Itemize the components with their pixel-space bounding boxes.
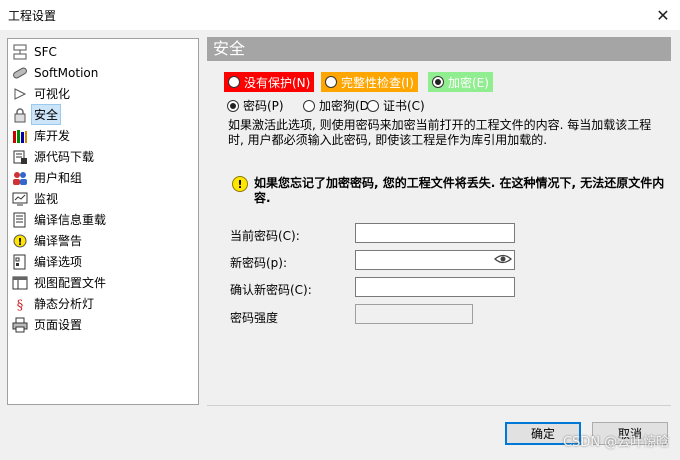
view-profile-icon — [12, 275, 28, 291]
encryption-description: 如果激活此选项, 则使用密码来加密当前打开的工程文件的内容. 每当加载该工程时,… — [228, 118, 652, 147]
show-password-eye-icon[interactable] — [494, 252, 512, 266]
title-bar: 工程设置 ✕ — [0, 0, 680, 30]
sidebar-item-label: 用户和组 — [34, 171, 83, 185]
svg-text:!: ! — [18, 237, 23, 248]
password-strength-label: 密码强度 — [230, 311, 279, 325]
protection-none-radio[interactable]: 没有保护(N) — [224, 72, 315, 92]
sidebar-item-static-analysis[interactable]: § 静态分析灯 — [8, 293, 198, 314]
lock-icon — [12, 107, 28, 123]
sidebar-item-view-profile[interactable]: 视图配置文件 — [8, 272, 198, 293]
radio-indicator — [303, 99, 315, 112]
method-password-label: 密码(P) — [243, 99, 284, 113]
svg-text:§: § — [17, 298, 24, 312]
sidebar-item-label: 库开发 — [34, 129, 71, 143]
library-icon — [12, 128, 28, 144]
warning-icon: ! — [12, 233, 28, 249]
protection-integrity-radio[interactable]: 完整性检查(I) — [321, 72, 418, 92]
sidebar-item-compile-info-reload[interactable]: 编译信息重载 — [8, 209, 198, 230]
window-title: 工程设置 — [8, 9, 57, 23]
sidebar-item-label: 源代码下载 — [34, 150, 95, 164]
sidebar-item-compile-warnings[interactable]: ! 编译警告 — [8, 230, 198, 251]
close-button[interactable]: ✕ — [646, 0, 680, 30]
protection-encryption-label: 加密(E) — [448, 75, 489, 90]
method-dongle-radio[interactable]: 加密狗(D — [303, 97, 369, 114]
sidebar-item-page-setup[interactable]: 页面设置 — [8, 314, 198, 335]
radio-indicator — [367, 99, 379, 112]
sidebar-item-label: 监视 — [34, 192, 59, 206]
static-analysis-icon: § — [12, 296, 28, 312]
radio-indicator — [325, 76, 337, 88]
section-header: 安全 — [207, 37, 671, 61]
sidebar-item-label: 编译选项 — [34, 255, 83, 269]
confirm-password-input[interactable] — [355, 277, 515, 297]
sidebar-item-compile-options[interactable]: 编译选项 — [8, 251, 198, 272]
sidebar-item-security[interactable]: 安全 — [8, 104, 198, 125]
sidebar-item-label: SFC — [34, 44, 57, 59]
visualization-icon — [12, 86, 28, 102]
sidebar-item-softmotion[interactable]: SoftMotion — [8, 62, 198, 83]
confirm-password-label: 确认新密码(C): — [230, 283, 312, 297]
sidebar-item-label: 页面设置 — [34, 318, 83, 332]
footer-divider — [207, 405, 671, 406]
source-download-icon — [12, 149, 28, 165]
sidebar-item-label: 静态分析灯 — [34, 297, 95, 311]
sidebar-item-sfc[interactable]: SFC — [8, 41, 198, 62]
softmotion-icon — [12, 65, 28, 81]
sidebar-item-source-download[interactable]: 源代码下载 — [8, 146, 198, 167]
sidebar-item-label: 编译警告 — [34, 234, 83, 248]
sidebar-item-label: SoftMotion — [34, 65, 99, 80]
sidebar-item-visualization[interactable]: 可视化 — [8, 83, 198, 104]
sidebar-item-monitor[interactable]: 监视 — [8, 188, 198, 209]
method-password-radio[interactable]: 密码(P) — [227, 97, 284, 114]
printer-icon — [12, 317, 28, 333]
sidebar-item-label: 编译信息重载 — [34, 213, 107, 227]
new-password-label: 新密码(p): — [230, 256, 288, 270]
monitor-icon — [12, 191, 28, 207]
method-dongle-label: 加密狗(D — [319, 99, 369, 113]
watermark: CSDN @云叶惊晗 — [563, 435, 670, 450]
protection-integrity-label: 完整性检查(I) — [341, 75, 414, 90]
sidebar-item-label: 视图配置文件 — [34, 276, 107, 290]
radio-indicator — [228, 76, 240, 88]
password-strength-meter — [355, 304, 473, 324]
warning-message: 如果您忘记了加密密码, 您的工程文件将丢失. 在这种情况下, 无法还原文件内容. — [254, 176, 665, 205]
close-icon: ✕ — [656, 5, 670, 25]
users-icon — [12, 170, 28, 186]
settings-category-list: SFC SoftMotion 可视化 安全 库开发 源代码下载 用户和组 监视 … — [7, 38, 199, 405]
current-password-label: 当前密码(C): — [230, 229, 300, 243]
radio-indicator — [432, 76, 444, 88]
method-certificate-label: 证书(C) — [383, 99, 425, 113]
compile-info-icon — [12, 212, 28, 228]
warning-icon: ! — [232, 176, 248, 192]
sidebar-item-users-groups[interactable]: 用户和组 — [8, 167, 198, 188]
protection-encryption-radio[interactable]: 加密(E) — [428, 72, 493, 92]
protection-none-label: 没有保护(N) — [244, 75, 311, 90]
sfc-icon — [12, 44, 28, 60]
current-password-input[interactable] — [355, 223, 515, 243]
sidebar-item-library-dev[interactable]: 库开发 — [8, 125, 198, 146]
sidebar-item-label: 安全 — [31, 104, 62, 125]
sidebar-item-label: 可视化 — [34, 87, 71, 101]
new-password-input[interactable] — [355, 250, 515, 270]
method-certificate-radio[interactable]: 证书(C) — [367, 97, 425, 114]
radio-indicator — [227, 99, 239, 112]
compile-options-icon — [12, 254, 28, 270]
